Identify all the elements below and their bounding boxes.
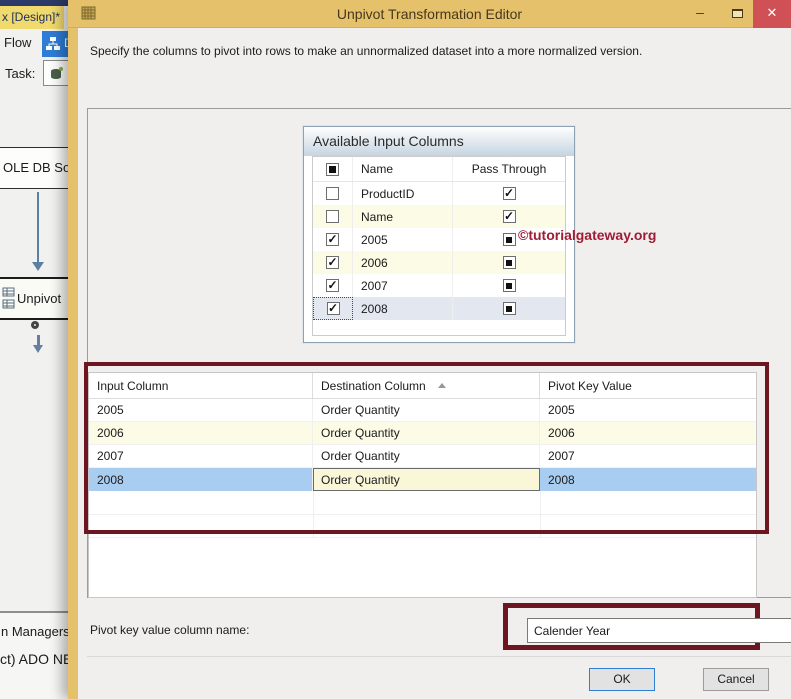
vs-designer-background: x [Design]* Flow D Task: OLE DB So (0, 0, 73, 699)
empty-row-separator (89, 537, 756, 538)
checkbox-unchecked-icon[interactable] (326, 187, 339, 200)
dialog-description: Specify the columns to pivot into rows t… (90, 44, 643, 58)
connection-managers-pane: n Managers ct) ADO NE (0, 613, 72, 699)
unpivot-transformation-editor-dialog: Unpivot Transformation Editor – ✕ Specif… (68, 0, 791, 699)
maximize-icon (732, 9, 743, 18)
watermark: ©tutorialgateway.org (518, 227, 657, 243)
cancel-button[interactable]: Cancel (703, 668, 769, 691)
annotation-rect-mapping-table (84, 362, 769, 534)
dataflow-connector-line (37, 192, 39, 262)
checkbox-checked-icon[interactable]: ✓ (326, 233, 339, 246)
connector-start-dot[interactable] (31, 321, 39, 329)
checkbox-indeterminate-icon[interactable] (502, 256, 516, 269)
input-column-row[interactable]: ProductID ✓ (313, 182, 565, 205)
ok-button[interactable]: OK (589, 668, 655, 691)
checkbox-checked-icon[interactable]: ✓ (502, 187, 516, 200)
checkbox-indeterminate-icon[interactable] (502, 302, 516, 315)
select-all-checkbox-cell[interactable] (313, 157, 353, 181)
dataflow-connector-arrow-icon (33, 345, 43, 353)
dialog-title: Unpivot Transformation Editor (336, 6, 523, 22)
task-icon (51, 67, 63, 79)
pass-through-cell[interactable]: ✓ (453, 182, 565, 205)
column-name: Name (353, 205, 453, 228)
task-toolbar-label: Task: (5, 66, 36, 81)
input-column-row[interactable]: ✓ 2006 (313, 251, 565, 274)
connection-managers-tab[interactable]: n Managers (1, 624, 70, 639)
row-checkbox-cell[interactable]: ✓ (313, 228, 353, 251)
maximize-button[interactable] (723, 0, 751, 27)
checkbox-indeterminate-icon[interactable] (502, 233, 516, 246)
checkbox-indeterminate-icon[interactable] (502, 279, 516, 292)
column-name: 2005 (353, 228, 453, 251)
checkbox-unchecked-icon[interactable] (326, 210, 339, 223)
dataflow-connector-arrow-icon (32, 262, 44, 271)
pass-through-cell[interactable] (453, 297, 565, 320)
name-column-header[interactable]: Name (353, 157, 453, 181)
pivot-key-column-name-input[interactable] (527, 618, 791, 643)
column-name: 2007 (353, 274, 453, 297)
pass-through-column-header[interactable]: Pass Through (453, 157, 565, 181)
row-checkbox-cell[interactable]: ✓ (313, 274, 353, 297)
minimize-button[interactable]: – (686, 0, 714, 27)
column-name: 2006 (353, 251, 453, 274)
row-checkbox-cell-focused[interactable]: ✓ (313, 297, 353, 320)
select-all-checkbox-indeterminate-icon[interactable] (326, 162, 339, 176)
pass-through-cell[interactable] (453, 251, 565, 274)
ole-db-source-label: OLE DB So (3, 160, 71, 175)
close-button[interactable]: ✕ (753, 0, 791, 28)
input-column-row-selected[interactable]: ✓ 2008 (313, 297, 565, 320)
dataflow-connector-line (37, 335, 40, 345)
column-name: 2008 (353, 297, 453, 320)
input-column-row[interactable]: Name ✓ (313, 205, 565, 228)
unpivot-component-box[interactable]: Unpivot (0, 277, 68, 320)
connection-manager-item[interactable]: ct) ADO NE (0, 651, 72, 667)
input-column-row[interactable]: ✓ 2007 (313, 274, 565, 297)
pivot-key-column-name-label: Pivot key value column name: (90, 623, 250, 637)
pass-through-cell[interactable]: ✓ (453, 205, 565, 228)
available-input-columns-grid[interactable]: Name Pass Through ProductID ✓ Name ✓ ✓ 2… (312, 156, 566, 336)
checkbox-checked-icon[interactable]: ✓ (326, 256, 339, 269)
checkbox-checked-icon[interactable]: ✓ (326, 279, 339, 292)
checkbox-checked-icon[interactable]: ✓ (502, 210, 516, 223)
designer-tab[interactable]: x [Design]* (0, 6, 64, 29)
task-button[interactable] (43, 60, 70, 86)
screenshot-root: x [Design]* Flow D Task: OLE DB So (0, 0, 791, 699)
row-checkbox-cell[interactable] (313, 182, 353, 205)
available-input-columns-title: Available Input Columns (304, 127, 574, 156)
ole-db-source-box[interactable]: OLE DB So (0, 147, 71, 189)
data-flow-icon (46, 37, 60, 50)
dialog-titlebar[interactable]: Unpivot Transformation Editor (68, 0, 791, 28)
column-name: ProductID (353, 182, 453, 205)
unpivot-component-label: Unpivot (17, 291, 62, 306)
grid-header-row: Name Pass Through (313, 157, 565, 182)
flow-toolbar-label: Flow (4, 35, 32, 50)
checkbox-checked-icon[interactable]: ✓ (326, 302, 340, 315)
pass-through-cell[interactable] (453, 274, 565, 297)
unpivot-component-icon (2, 287, 15, 309)
row-checkbox-cell[interactable] (313, 205, 353, 228)
footer-divider (87, 656, 791, 657)
row-checkbox-cell[interactable]: ✓ (313, 251, 353, 274)
